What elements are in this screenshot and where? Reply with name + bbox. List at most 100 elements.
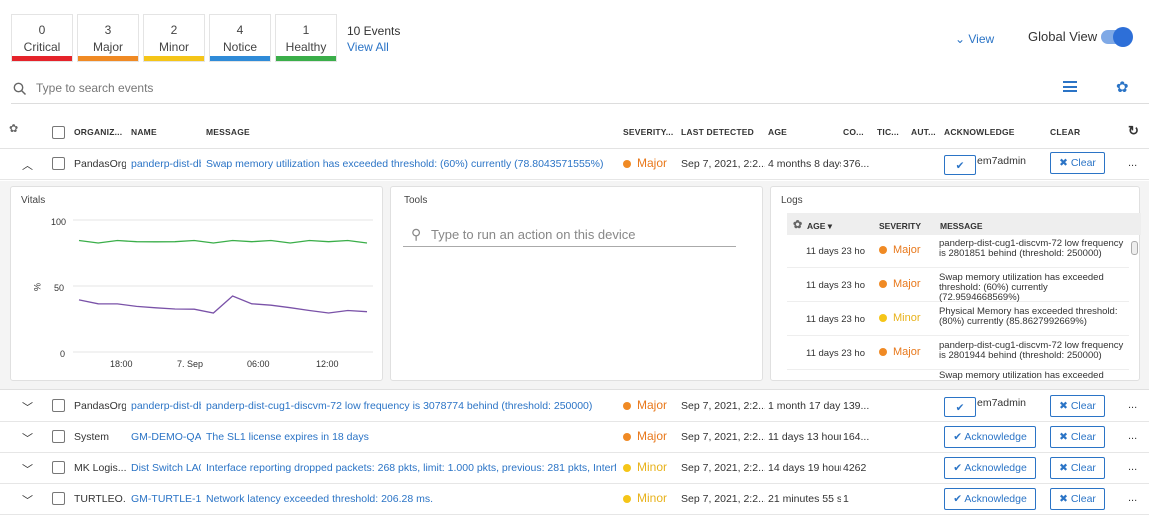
row-message[interactable]: Interface reporting dropped packets: 268… (206, 462, 616, 474)
chevron-down-icon[interactable]: ﹀ (22, 430, 33, 446)
col-name[interactable]: NAME (131, 127, 157, 137)
clear-button[interactable]: ✖ Clear (1050, 152, 1105, 174)
row-message[interactable]: Network latency exceeded threshold: 206.… (206, 493, 616, 505)
chevron-down-icon[interactable]: ﹀ (22, 492, 33, 508)
col-automation[interactable]: AUT... (911, 127, 936, 137)
table-row[interactable]: ﹀ System GM-DEMO-QA- The SL1 license exp… (0, 422, 1149, 453)
table-row[interactable]: ﹀ PandasOrg panderp-dist-db- panderp-dis… (0, 391, 1149, 422)
row-name[interactable]: GM-DEMO-QA- (131, 431, 201, 443)
row-name[interactable]: panderp-dist-db- (131, 400, 201, 412)
vitals-chart[interactable] (73, 215, 373, 360)
logs-gear-icon[interactable]: ✿ (793, 218, 802, 231)
row-last-detected: Sep 7, 2021, 2:2... (681, 158, 765, 170)
chevron-up-icon[interactable]: ︿ (22, 157, 33, 173)
severity-tile-healthy[interactable]: 1 Healthy (275, 14, 337, 62)
clear-button[interactable]: ✖ Clear (1050, 426, 1105, 448)
col-severity[interactable]: SEVERITY... (623, 127, 673, 137)
view-label: View (968, 32, 995, 46)
severity-dot-icon (879, 280, 887, 288)
table-row[interactable]: ﹀ TURTLEO... GM-TURTLE-10: Network laten… (0, 484, 1149, 515)
acknowledged-button[interactable]: ✔ (944, 397, 976, 417)
row-checkbox[interactable] (52, 399, 65, 412)
column-settings-gear-icon[interactable]: ✿ (9, 122, 18, 135)
row-severity: Major (623, 156, 667, 170)
logs-col-age[interactable]: AGE ▾ (807, 221, 832, 232)
global-view-toggle[interactable] (1101, 27, 1133, 47)
table-row[interactable]: ﹀ MK Logis... Dist Switch LA0( Interface… (0, 453, 1149, 484)
more-actions-icon[interactable]: ... (1128, 399, 1137, 411)
col-acknowledge[interactable]: ACKNOWLEDGE (944, 127, 1015, 137)
row-message[interactable]: panderp-dist-cug1-discvm-72 low frequenc… (206, 400, 616, 412)
row-checkbox[interactable] (52, 492, 65, 505)
y-tick-0: 0 (60, 349, 66, 359)
row-message[interactable]: The SL1 license expires in 18 days (206, 431, 616, 443)
log-message: Swap memory utilization has exceeded (939, 371, 1104, 380)
row-message[interactable]: Swap memory utilization has exceeded thr… (206, 158, 616, 170)
log-row[interactable]: 11 days 23 ho Minor Physical Memory has … (787, 303, 1129, 336)
acknowledged-button[interactable]: ✔ (944, 155, 976, 175)
select-all-checkbox[interactable] (52, 126, 65, 139)
row-name[interactable]: panderp-dist-db- (131, 158, 201, 170)
row-name[interactable]: Dist Switch LA0( (131, 462, 201, 474)
col-message[interactable]: MESSAGE (206, 127, 250, 137)
log-message: panderp-dist-cug1-discvm-72 low frequenc… (939, 238, 1124, 259)
log-age: 11 days 23 ho (806, 314, 865, 325)
notice-label: Notice (222, 40, 257, 54)
logs-col-severity[interactable]: SEVERITY (879, 221, 921, 231)
refresh-icon[interactable]: ↻ (1128, 123, 1139, 139)
scroll-thumb[interactable] (1131, 241, 1138, 255)
row-checkbox[interactable] (52, 157, 65, 170)
table-row[interactable]: ︿ PandasOrg panderp-dist-db- Swap memory… (0, 149, 1149, 180)
menu-icon[interactable] (1063, 81, 1077, 92)
acknowledge-button[interactable]: ✔ Acknowledge (944, 457, 1036, 479)
log-row[interactable]: 11 days 23 ho Major panderp-dist-cug1-di… (787, 337, 1129, 370)
row-last-detected: Sep 7, 2021, 2:2... (681, 400, 765, 412)
severity-tile-notice[interactable]: 4 Notice (209, 14, 271, 62)
col-organization[interactable]: ORGANIZ... (74, 127, 122, 137)
row-name[interactable]: GM-TURTLE-10: (131, 493, 201, 505)
severity-dot-icon (879, 314, 887, 322)
row-org: MK Logis... (74, 462, 126, 474)
view-dropdown[interactable]: ⌄ View (955, 32, 994, 46)
severity-tile-minor[interactable]: 2 Minor (143, 14, 205, 62)
x-tick: 7. Sep (177, 359, 204, 369)
logs-scrollbar[interactable] (1129, 235, 1139, 377)
row-count: 164... (843, 431, 870, 443)
row-checkbox[interactable] (52, 461, 65, 474)
settings-gear-icon[interactable]: ✿ (1116, 78, 1129, 96)
log-row[interactable]: Swap memory utilization has exceeded (787, 371, 1129, 380)
clear-button[interactable]: ✖ Clear (1050, 457, 1105, 479)
acknowledge-button[interactable]: ✔ Acknowledge (944, 488, 1036, 510)
col-clear[interactable]: CLEAR (1050, 127, 1080, 137)
view-all-link[interactable]: View All (347, 40, 389, 54)
chevron-down-icon[interactable]: ﹀ (22, 399, 33, 415)
col-count[interactable]: CO... (843, 127, 864, 137)
log-message: panderp-dist-cug1-discvm-72 low frequenc… (939, 340, 1124, 361)
more-actions-icon[interactable]: ... (1128, 492, 1137, 504)
severity-tile-major[interactable]: 3 Major (77, 14, 139, 62)
logs-col-message[interactable]: MESSAGE (940, 221, 983, 231)
row-checkbox[interactable] (52, 430, 65, 443)
more-actions-icon[interactable]: ... (1128, 430, 1137, 442)
severity-tile-critical[interactable]: 0 Critical (11, 14, 73, 62)
severity-dot-icon (623, 464, 631, 472)
log-row[interactable]: 11 days 23 ho Major Swap memory utilizat… (787, 269, 1129, 303)
clear-button[interactable]: ✖ Clear (1050, 395, 1105, 417)
more-actions-icon[interactable]: ... (1128, 461, 1137, 473)
x-tick: 12:00 (316, 359, 339, 369)
clear-button[interactable]: ✖ Clear (1050, 488, 1105, 510)
event-search (11, 76, 1149, 104)
col-last-detected[interactable]: LAST DETECTED (681, 127, 754, 137)
col-ticket[interactable]: TIC... (877, 127, 899, 137)
search-input[interactable] (36, 81, 436, 95)
col-age[interactable]: AGE (768, 127, 787, 137)
toggle-knob (1113, 27, 1133, 47)
tools-action-input[interactable]: ⚲ Type to run an action on this device (403, 223, 736, 247)
severity-dot-icon (879, 246, 887, 254)
row-count: 139... (843, 400, 870, 412)
log-row[interactable]: 11 days 23 ho Major panderp-dist-cug1-di… (787, 235, 1129, 268)
acknowledge-button[interactable]: ✔ Acknowledge (944, 426, 1036, 448)
clear-label: Clear (1070, 157, 1096, 169)
more-actions-icon[interactable]: ... (1128, 157, 1137, 169)
chevron-down-icon[interactable]: ﹀ (22, 461, 33, 477)
